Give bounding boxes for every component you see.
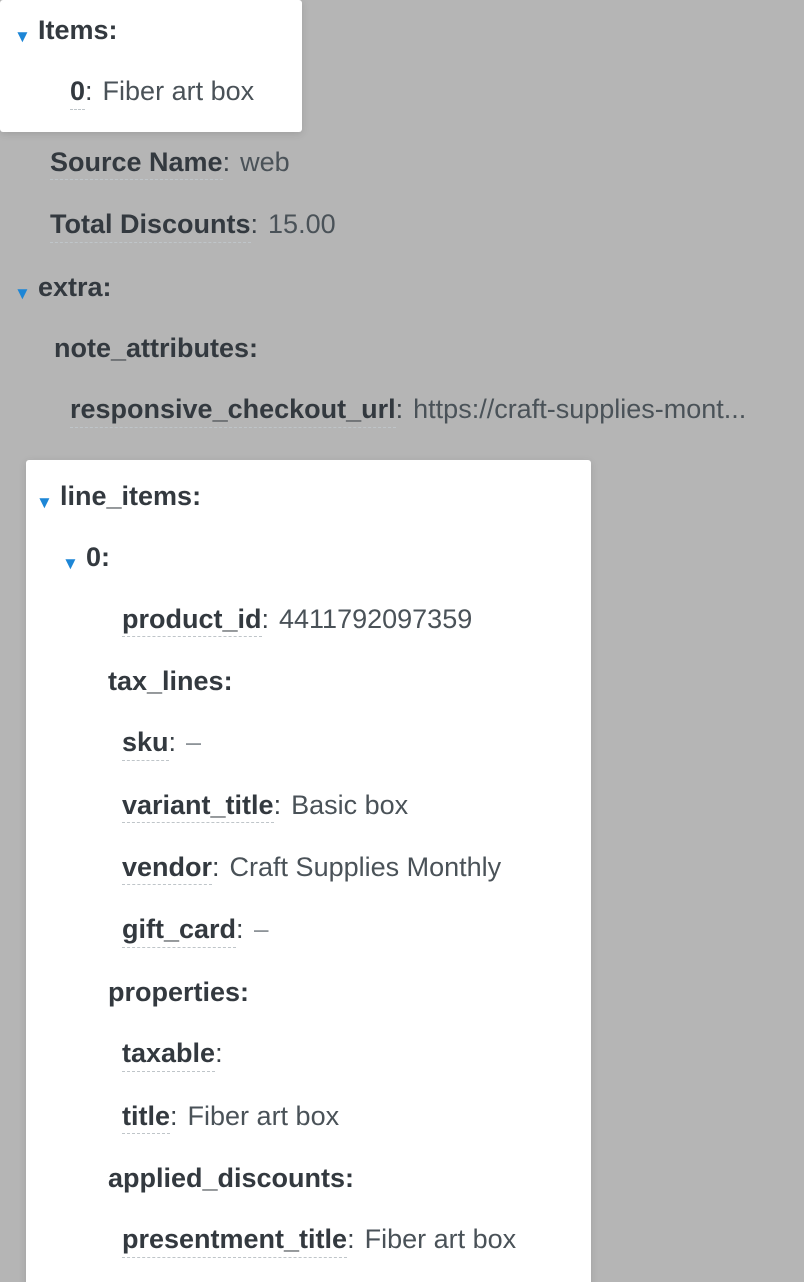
total-discounts-label: Total Discounts: [50, 208, 251, 242]
vendor-row[interactable]: vendor: Craft Supplies Monthly: [36, 837, 581, 899]
properties-row[interactable]: properties:: [36, 962, 581, 1023]
source-name-value: web: [240, 146, 290, 178]
taxable-label: taxable: [122, 1037, 215, 1071]
total-discounts-value: 15.00: [268, 208, 336, 240]
gift-card-row[interactable]: gift_card: –: [36, 899, 581, 961]
applied-discounts-label: applied_discounts:: [108, 1162, 364, 1195]
presentment-title-row[interactable]: presentment_title: Fiber art box: [36, 1209, 581, 1271]
total-discounts-row[interactable]: Total Discounts: 15.00: [0, 194, 804, 256]
variant-title-value: Basic box: [291, 789, 408, 821]
title-label: title: [122, 1100, 170, 1134]
line-items-0-row[interactable]: ▼ 0:: [36, 527, 581, 588]
note-attributes-row[interactable]: note_attributes:: [0, 318, 804, 379]
title-value: Fiber art box: [188, 1100, 340, 1132]
sku-row[interactable]: sku: –: [36, 712, 581, 774]
vendor-label: vendor: [122, 851, 212, 885]
product-id-row[interactable]: product_id: 4411792097359: [36, 589, 581, 651]
note-attributes-label: note_attributes:: [54, 332, 268, 365]
vendor-value: Craft Supplies Monthly: [230, 851, 502, 883]
responsive-checkout-url-row[interactable]: responsive_checkout_url: https://craft-s…: [0, 379, 790, 441]
gift-card-label: gift_card: [122, 913, 236, 947]
applied-discounts-row[interactable]: applied_discounts:: [36, 1148, 581, 1209]
presentment-title-value: Fiber art box: [365, 1223, 517, 1255]
caret-down-icon[interactable]: ▼: [62, 554, 80, 574]
extra-label: extra:: [38, 271, 122, 304]
right-gutter: [790, 0, 804, 1282]
items-0-key: 0: [70, 75, 85, 109]
title-row[interactable]: title: Fiber art box: [36, 1086, 581, 1148]
tax-lines-label: tax_lines:: [108, 665, 243, 698]
variant-title-row[interactable]: variant_title: Basic box: [36, 775, 581, 837]
sku-label: sku: [122, 726, 169, 760]
responsive-checkout-url-label: responsive_checkout_url: [70, 393, 396, 427]
product-id-label: product_id: [122, 603, 262, 637]
tax-lines-row[interactable]: tax_lines:: [36, 651, 581, 712]
items-row[interactable]: ▼ Items:: [14, 0, 302, 61]
gift-card-value: –: [254, 913, 269, 945]
properties-label: properties:: [108, 976, 259, 1009]
sku-value: –: [186, 726, 201, 758]
caret-down-icon[interactable]: ▼: [14, 284, 32, 304]
variant-title-label: variant_title: [122, 789, 274, 823]
extra-row[interactable]: ▼ extra:: [0, 257, 804, 318]
product-id-value: 4411792097359: [279, 603, 472, 635]
source-name-row[interactable]: Source Name: web: [0, 132, 804, 194]
responsive-checkout-url-value: https://craft-supplies-mont...: [413, 393, 790, 425]
presentment-variant-title-row[interactable]: presentment_variant_title: Basic box: [36, 1272, 581, 1282]
line-items-row[interactable]: ▼ line_items:: [36, 466, 581, 527]
line-items-0-key: 0:: [86, 541, 120, 574]
presentment-title-label: presentment_title: [122, 1223, 347, 1257]
items-0-value: Fiber art box: [103, 75, 255, 107]
source-name-label: Source Name: [50, 146, 223, 180]
caret-down-icon[interactable]: ▼: [36, 493, 54, 513]
items-0-row[interactable]: 0: Fiber art box: [14, 61, 302, 123]
line-items-label: line_items:: [60, 480, 211, 513]
line-items-card: ▼ line_items: ▼ 0: product_id: 441179209…: [26, 460, 591, 1282]
items-label: Items:: [38, 14, 128, 47]
taxable-row[interactable]: taxable:: [36, 1023, 581, 1085]
caret-down-icon[interactable]: ▼: [14, 27, 32, 47]
items-card: ▼ Items: 0: Fiber art box: [0, 0, 302, 132]
